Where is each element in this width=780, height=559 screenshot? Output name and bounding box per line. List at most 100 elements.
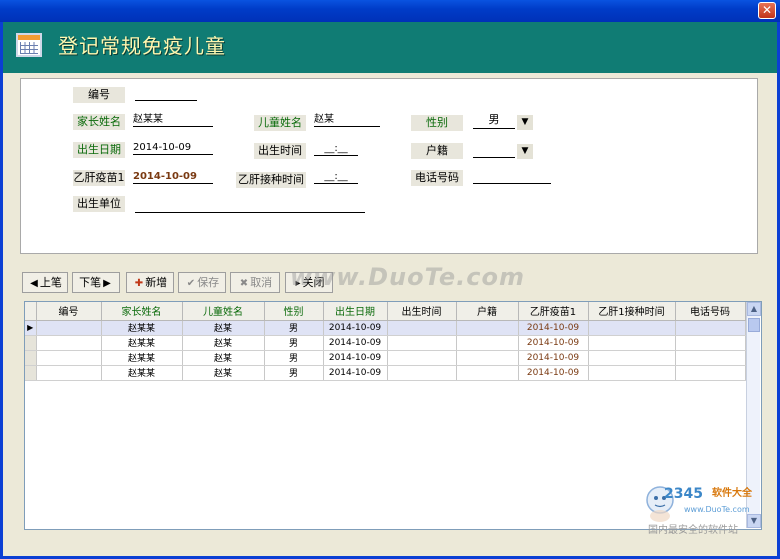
- table-row[interactable]: 赵某某 赵某 男 2014-10-09 2014-10-09: [25, 350, 746, 366]
- cell[interactable]: [588, 335, 676, 351]
- cell[interactable]: 男: [264, 350, 324, 366]
- cell[interactable]: 赵某: [182, 365, 265, 381]
- brand-name: 软件大全: [712, 488, 752, 499]
- label-phone: 电话号码: [411, 170, 463, 186]
- prev-record-button[interactable]: ◀ 上笔: [22, 272, 68, 293]
- chevron-down-icon: ▼: [521, 117, 529, 127]
- scroll-thumb[interactable]: [748, 318, 760, 332]
- cell[interactable]: 2014-10-09: [518, 335, 589, 351]
- child-name-field[interactable]: 赵某: [314, 113, 380, 127]
- cell[interactable]: [36, 335, 102, 351]
- label-child-name: 儿童姓名: [254, 115, 306, 131]
- cell[interactable]: [588, 365, 676, 381]
- gender-dropdown-button[interactable]: ▼: [517, 115, 533, 130]
- chevron-down-icon: ▼: [521, 146, 529, 156]
- col-header[interactable]: 电话号码: [675, 302, 746, 321]
- cell[interactable]: [675, 320, 746, 336]
- birth-place-field[interactable]: [135, 199, 365, 213]
- cross-icon: ✖: [239, 278, 249, 289]
- table-row[interactable]: ▶ 赵某某 赵某 男 2014-10-09 2014-10-09: [25, 320, 746, 336]
- cell[interactable]: [387, 335, 457, 351]
- cell[interactable]: [36, 365, 102, 381]
- cell[interactable]: 2014-10-09: [518, 350, 589, 366]
- next-icon: ▶: [103, 278, 111, 289]
- cell[interactable]: 赵某某: [101, 335, 183, 351]
- label-id: 编号: [73, 87, 125, 103]
- close-window-button[interactable]: ✕: [758, 2, 776, 19]
- cell[interactable]: [36, 350, 102, 366]
- brand-slogan: 国内最安全的软件站: [648, 525, 738, 536]
- cell[interactable]: 2014-10-09: [518, 365, 589, 381]
- id-field[interactable]: [135, 87, 197, 101]
- household-dropdown-button[interactable]: ▼: [517, 144, 533, 159]
- cell[interactable]: 男: [264, 335, 324, 351]
- next-record-button[interactable]: 下笔 ▶: [72, 272, 120, 293]
- cell[interactable]: [588, 350, 676, 366]
- cell[interactable]: [456, 320, 519, 336]
- table-icon: [16, 33, 42, 57]
- cell[interactable]: [456, 335, 519, 351]
- cell[interactable]: 赵某: [182, 335, 265, 351]
- page-title: 登记常规免疫儿童: [58, 34, 226, 58]
- cell[interactable]: [675, 335, 746, 351]
- col-header[interactable]: 儿童姓名: [182, 302, 265, 321]
- cell[interactable]: 男: [264, 320, 324, 336]
- scroll-up-icon[interactable]: ▲: [747, 302, 761, 316]
- cell[interactable]: [456, 350, 519, 366]
- col-header[interactable]: 出生时间: [387, 302, 457, 321]
- birth-time-field[interactable]: __:__: [314, 142, 358, 156]
- cell[interactable]: [675, 365, 746, 381]
- label-parent-name: 家长姓名: [73, 114, 125, 130]
- save-button[interactable]: ✔ 保存: [178, 272, 226, 293]
- parent-name-field[interactable]: 赵某某: [133, 113, 213, 127]
- cell[interactable]: [456, 365, 519, 381]
- cell[interactable]: 赵某: [182, 320, 265, 336]
- cell[interactable]: [675, 350, 746, 366]
- row-indicator-header: [25, 302, 37, 321]
- cell[interactable]: 2014-10-09: [323, 320, 388, 336]
- cell[interactable]: [387, 365, 457, 381]
- col-header[interactable]: 户籍: [456, 302, 519, 321]
- col-header[interactable]: 乙肝1接种时间: [588, 302, 676, 321]
- plus-icon: ✚: [134, 278, 144, 289]
- cell[interactable]: 赵某某: [101, 320, 183, 336]
- row-indicator: [25, 335, 37, 351]
- label-hepb1: 乙肝疫苗1: [73, 170, 125, 186]
- label-gender: 性别: [411, 115, 463, 131]
- cell[interactable]: 2014-10-09: [323, 365, 388, 381]
- cell[interactable]: 男: [264, 365, 324, 381]
- record-form-panel: [20, 78, 758, 254]
- cell[interactable]: 赵某: [182, 350, 265, 366]
- gender-select[interactable]: 男: [473, 113, 515, 129]
- add-button[interactable]: ✚ 新增: [126, 272, 174, 293]
- cell[interactable]: 2014-10-09: [323, 350, 388, 366]
- cell[interactable]: 赵某某: [101, 350, 183, 366]
- records-table: 编号 家长姓名 儿童姓名 性别 出生日期 出生时间 户籍 乙肝疫苗1 乙肝1接种…: [25, 302, 746, 381]
- hepb1-date-field[interactable]: 2014-10-09: [133, 170, 213, 184]
- col-header[interactable]: 出生日期: [323, 302, 388, 321]
- cell[interactable]: [36, 320, 102, 336]
- col-header[interactable]: 编号: [36, 302, 102, 321]
- hepb-time-field[interactable]: __:__: [314, 170, 358, 184]
- birth-date-field[interactable]: 2014-10-09: [133, 141, 213, 155]
- window-titlebar: [0, 0, 780, 22]
- col-header[interactable]: 性别: [264, 302, 324, 321]
- close-icon: ✕: [761, 3, 773, 17]
- cell[interactable]: 赵某某: [101, 365, 183, 381]
- table-row[interactable]: 赵某某 赵某 男 2014-10-09 2014-10-09: [25, 365, 746, 381]
- grid-header-row: 编号 家长姓名 儿童姓名 性别 出生日期 出生时间 户籍 乙肝疫苗1 乙肝1接种…: [25, 302, 746, 321]
- cell[interactable]: [588, 320, 676, 336]
- label-birth-time: 出生时间: [254, 143, 306, 159]
- current-row-indicator-icon: ▶: [25, 320, 37, 336]
- cancel-button[interactable]: ✖ 取消: [230, 272, 280, 293]
- col-header[interactable]: 家长姓名: [101, 302, 183, 321]
- table-row[interactable]: 赵某某 赵某 男 2014-10-09 2014-10-09: [25, 335, 746, 351]
- household-select[interactable]: [473, 142, 515, 158]
- cell[interactable]: 2014-10-09: [518, 320, 589, 336]
- col-header[interactable]: 乙肝疫苗1: [518, 302, 589, 321]
- cell[interactable]: 2014-10-09: [323, 335, 388, 351]
- phone-field[interactable]: [473, 170, 551, 184]
- cell[interactable]: [387, 350, 457, 366]
- cell[interactable]: [387, 320, 457, 336]
- row-indicator: [25, 350, 37, 366]
